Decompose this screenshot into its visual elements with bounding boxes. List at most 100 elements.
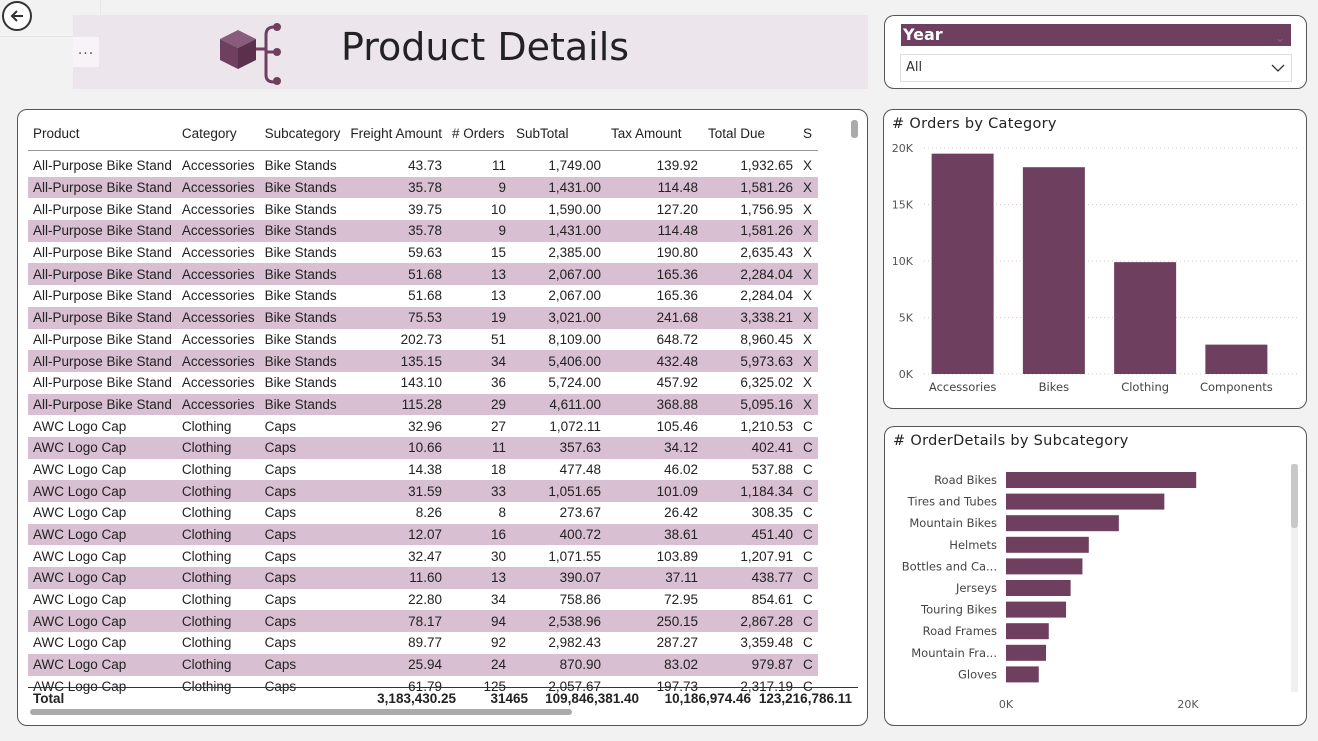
column-header[interactable]: Subcategory [259, 116, 346, 151]
horizontal-scrollbar[interactable] [30, 709, 572, 715]
table-row[interactable]: All-Purpose Bike Stand Accessories Bike St… [28, 155, 818, 177]
table-cell: 59.63 [408, 245, 442, 261]
year-dropdown-value: All [906, 60, 923, 75]
table-cell: AWC Logo Cap [33, 505, 127, 521]
table-total-row: Total 3,183,430.25 31465 109,846,381.40 … [28, 687, 858, 710]
table-row[interactable]: All-Purpose Bike Stand Accessories Bike St… [28, 242, 818, 264]
chevron-down-icon [1271, 64, 1285, 72]
table-cell: X [802, 331, 812, 347]
table-cell: 30 [490, 548, 506, 564]
table-cell: 22.80 [408, 592, 442, 608]
column-header[interactable]: # Orders [446, 116, 511, 151]
table-row[interactable]: All-Purpose Bike Stand Accessories Bike St… [28, 329, 818, 351]
table-cell: 114.48 [605, 220, 703, 242]
table-cell: Caps [259, 436, 346, 459]
table-cell: 4,611.00 [510, 393, 606, 416]
column-header[interactable]: Tax Amount [605, 116, 703, 151]
table-row[interactable]: AWC Logo Cap Clothing Caps 8.26 8 273.67 26.42… [28, 502, 818, 524]
x-tick-label: Bikes [1039, 380, 1069, 394]
table-row[interactable]: AWC Logo Cap Clothing Caps 22.80 34 758.86 72.… [28, 589, 818, 611]
table-row[interactable]: AWC Logo Cap Clothing Caps 32.96 27 1,072.11 1… [28, 415, 818, 437]
table-cell: All-Purpose Bike Stand [33, 288, 172, 304]
bar [1006, 601, 1067, 618]
table-row[interactable]: AWC Logo Cap Clothing Caps 31.59 33 1,051.65 1… [28, 480, 818, 502]
table-cell: 1,749.00 [548, 158, 601, 174]
table-cell: C [802, 592, 813, 608]
table-cell: 2,385.00 [548, 245, 601, 261]
table-cell: 37.11 [605, 567, 703, 589]
year-dropdown[interactable]: All [900, 54, 1292, 82]
table-row[interactable]: AWC Logo Cap Clothing Caps 12.07 16 400.72 38.… [28, 523, 818, 546]
table-cell: C [802, 461, 813, 477]
table-cell: C [797, 610, 818, 633]
table-row[interactable]: All-Purpose Bike Stand Accessories Bike St… [28, 372, 818, 394]
table-cell: 32.47 [408, 548, 442, 564]
x-tick-label: 0K [999, 698, 1014, 711]
table-cell: Accessories [181, 245, 255, 261]
more-options-button[interactable]: ... [73, 37, 99, 67]
bar [1006, 666, 1039, 683]
table-cell: Bike Stands [264, 158, 337, 174]
table-cell: 357.63 [510, 436, 606, 459]
table-row[interactable]: AWC Logo Cap Clothing Caps 89.77 92 2,982.43 2… [28, 632, 818, 654]
table-cell: Clothing [181, 635, 232, 651]
table-cell: 51.68 [408, 288, 442, 304]
table-cell: C [802, 418, 813, 434]
table-row[interactable]: All-Purpose Bike Stand Accessories Bike St… [28, 306, 818, 329]
table-cell: Bike Stands [264, 288, 337, 304]
table-cell: 10 [490, 201, 506, 217]
page-header: ... Product Details [73, 15, 868, 89]
column-header[interactable]: Freight Amount [345, 116, 447, 151]
table-row[interactable]: All-Purpose Bike Stand Accessories Bike St… [28, 350, 818, 372]
table-cell: 11 [491, 158, 506, 174]
table-cell: AWC Logo Cap [28, 610, 177, 633]
column-header[interactable]: Category [176, 116, 260, 151]
table-cell: 24 [446, 653, 511, 676]
column-header[interactable]: S [797, 116, 818, 151]
table-row[interactable]: AWC Logo Cap Clothing Caps 78.17 94 2,538.96 2… [28, 610, 818, 633]
table-cell: Clothing [181, 548, 232, 564]
table-cell: Clothing [181, 592, 232, 608]
table-cell: 43.73 [408, 158, 442, 174]
column-header[interactable]: Total Due [702, 116, 798, 151]
table-cell: 1,590.00 [548, 201, 601, 217]
table-cell: X [802, 245, 812, 261]
table-cell: All-Purpose Bike Stand [33, 375, 172, 391]
table-cell: 870.90 [510, 653, 606, 676]
table-cell: 5,095.16 [702, 393, 798, 416]
table-cell: 1,184.34 [702, 480, 798, 502]
bar [1022, 167, 1085, 374]
page-title: Product Details [341, 25, 630, 69]
table-row[interactable]: All-Purpose Bike Stand Accessories Bike St… [28, 220, 818, 242]
column-header[interactable]: SubTotal [510, 116, 606, 151]
table-row[interactable]: All-Purpose Bike Stand Accessories Bike St… [28, 198, 818, 220]
table-cell: 1,072.11 [549, 418, 601, 434]
table-cell: 8,109.00 [548, 331, 601, 347]
table-cell: 3,021.00 [510, 306, 606, 329]
table-cell: Clothing [181, 418, 232, 434]
total-subtotal: 109,846,381.40 [545, 691, 639, 706]
y-category-label: Mountain Bikes [909, 516, 997, 530]
table-row[interactable]: All-Purpose Bike Stand Accessories Bike St… [28, 263, 818, 286]
table-cell: 8 [498, 505, 506, 521]
total-tax: 10,186,974.46 [664, 691, 751, 706]
table-row[interactable]: AWC Logo Cap Clothing Caps 32.47 30 1,071.55 1… [28, 545, 818, 567]
back-button[interactable] [2, 1, 32, 31]
column-header[interactable]: Product [28, 116, 177, 151]
table-row[interactable]: AWC Logo Cap Clothing Caps 14.38 18 477.48 46.… [28, 459, 818, 481]
table-cell: 83.02 [605, 653, 703, 676]
table-row[interactable]: All-Purpose Bike Stand Accessories Bike St… [28, 176, 818, 199]
table-cell: 19 [446, 306, 511, 329]
table-cell: 78.17 [345, 610, 447, 633]
table-row[interactable]: All-Purpose Bike Stand Accessories Bike St… [28, 393, 818, 416]
table-cell: C [797, 567, 818, 589]
vertical-scrollbar[interactable] [851, 120, 858, 138]
table-row[interactable]: All-Purpose Bike Stand Accessories Bike St… [28, 285, 818, 307]
table-row[interactable]: AWC Logo Cap Clothing Caps 25.94 24 870.90 83.… [28, 653, 818, 676]
table-cell: C [797, 480, 818, 502]
y-category-label: Bottles and Ca... [902, 559, 997, 573]
table-row[interactable]: AWC Logo Cap Clothing Caps 10.66 11 357.63 34.… [28, 436, 818, 459]
table-cell: X [802, 201, 812, 217]
table-cell: 36 [490, 375, 506, 391]
table-row[interactable]: AWC Logo Cap Clothing Caps 11.60 13 390.07 37.… [28, 567, 818, 589]
